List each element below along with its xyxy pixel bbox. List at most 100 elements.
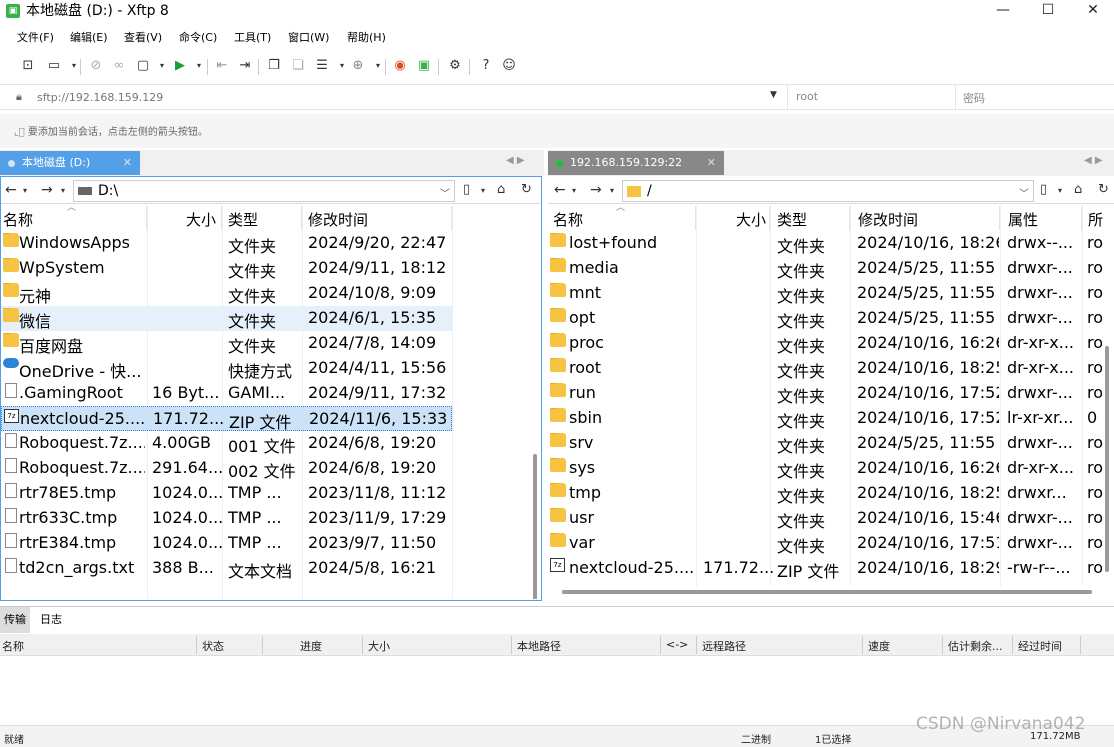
local-file-row[interactable]: 微信 文件夹 2024/6/1, 15:35 [1, 306, 452, 331]
globe-icon[interactable]: ⊕ [348, 56, 368, 76]
menu-command[interactable]: 命令(C) [179, 29, 217, 45]
remote-file-row[interactable]: lost+found 文件夹 2024/10/16, 18:26 drwx--... r… [548, 231, 1114, 256]
local-file-row[interactable]: rtr633C.tmp 1024.0... TMP ... 2023/11/9, 17… [1, 506, 452, 531]
col-transfer-size[interactable]: 大小 [368, 638, 390, 654]
local-file-row[interactable]: 7z nextcloud-25.... 171.72... ZIP 文件 2024/11… [1, 406, 452, 432]
open-dropdown-icon[interactable]: ▾ [64, 56, 84, 76]
menu-edit[interactable]: 编辑(E) [70, 29, 108, 45]
local-file-row[interactable]: rtr78E5.tmp 1024.0... TMP ... 2023/11/8, 11… [1, 481, 452, 506]
col-transfer-status[interactable]: 状态 [202, 638, 224, 654]
local-file-list[interactable]: 名称 ︿ 大小 类型 修改时间 WindowsApps 文件夹 2024/9/20, … [1, 206, 541, 599]
open-folder-icon[interactable]: ▭ [44, 56, 64, 76]
remote-file-row[interactable]: sbin 文件夹 2024/10/16, 17:52 lr-xr-xr... 0 [548, 406, 1114, 431]
copy-icon[interactable]: ❐ [264, 56, 284, 76]
bookmark-dropdown-icon[interactable]: ▾ [1058, 186, 1062, 195]
up-folder-icon[interactable]: ⌂ [497, 182, 505, 197]
local-file-row[interactable]: 元神 文件夹 2024/10/8, 9:09 [1, 281, 452, 306]
col-direction[interactable]: <-> [666, 638, 688, 651]
col-type-header[interactable]: 类型 [222, 206, 302, 230]
remote-h-scrollbar[interactable] [562, 590, 1092, 594]
new-session-icon[interactable]: ⊡ [18, 56, 38, 76]
remote-file-row[interactable]: mnt 文件夹 2024/5/25, 11:55 drwxr-... ro [548, 281, 1114, 306]
remote-file-row[interactable]: var 文件夹 2024/10/16, 17:51 drwxr-... ro [548, 531, 1114, 556]
transfer-mode[interactable]: 二进制 [741, 731, 771, 746]
terminal-dropdown-icon[interactable]: ▾ [189, 56, 209, 76]
col-eta[interactable]: 估计剩余... [948, 638, 1003, 654]
menu-window[interactable]: 窗口(W) [288, 29, 329, 45]
col-size-header[interactable]: 大小 [696, 206, 770, 230]
tab-log[interactable]: 日志 [36, 607, 66, 633]
forward-dropdown-icon[interactable]: ▾ [61, 186, 65, 195]
bookmark-dropdown-icon[interactable]: ▾ [481, 186, 485, 195]
new-window-icon[interactable]: ▢ [133, 56, 153, 76]
col-local-path[interactable]: 本地路径 [517, 638, 561, 654]
back-icon[interactable]: ← [5, 182, 17, 198]
path-dropdown-icon[interactable]: ﹀ [1019, 185, 1029, 200]
remote-file-row[interactable]: srv 文件夹 2024/5/25, 11:55 drwxr-... ro [548, 431, 1114, 456]
local-file-row[interactable]: rtrE384.tmp 1024.0... TMP ... 2023/9/7, 11:… [1, 531, 452, 556]
local-file-row[interactable]: WindowsApps 文件夹 2024/9/20, 22:47 [1, 231, 452, 256]
tab-scroll-icon[interactable]: ◀ ▶ [506, 155, 525, 166]
bookmark-icon[interactable]: ▯ [463, 182, 470, 197]
close-button[interactable]: ✕ [1070, 0, 1114, 22]
col-owner-header[interactable]: 所 [1082, 206, 1114, 230]
tab-transfer[interactable]: 传输 [0, 607, 30, 633]
col-mtime-header[interactable]: 修改时间 [302, 206, 452, 230]
remote-path-field[interactable]: / ﹀ [622, 180, 1034, 202]
minimize-button[interactable]: — [980, 0, 1026, 22]
remote-file-row[interactable]: root 文件夹 2024/10/16, 18:25 dr-xr-x... ro [548, 356, 1114, 381]
list-view-icon[interactable]: ☰ [312, 56, 332, 76]
local-file-row[interactable]: Roboquest.7z.... 291.64... 002 文件 2024/6/8,… [1, 456, 452, 481]
forward-icon[interactable]: → [41, 182, 53, 198]
col-type-header[interactable]: 类型 [770, 206, 850, 230]
back-dropdown-icon[interactable]: ▾ [572, 186, 576, 195]
col-transfer-progress[interactable]: 进度 [300, 638, 322, 654]
local-file-row[interactable]: 百度网盘 文件夹 2024/7/8, 14:09 [1, 331, 452, 356]
close-tab-icon[interactable]: ✕ [707, 151, 716, 175]
menu-tools[interactable]: 工具(T) [234, 29, 271, 45]
host-dropdown-icon[interactable]: ▼ [770, 90, 777, 100]
remote-file-row[interactable]: opt 文件夹 2024/5/25, 11:55 drwxr-... ro [548, 306, 1114, 331]
help-icon[interactable]: ? [476, 56, 496, 76]
remote-file-row[interactable]: 7z nextcloud-25.... 171.72... ZIP 文件 2024/10… [548, 556, 1114, 581]
tab-scroll-icon[interactable]: ◀ ▶ [1084, 155, 1103, 166]
local-file-row[interactable]: td2cn_args.txt 388 B... 文本文档 2024/5/8, 16:2… [1, 556, 452, 581]
path-dropdown-icon[interactable]: ﹀ [440, 185, 450, 200]
remote-file-row[interactable]: run 文件夹 2024/10/16, 17:52 drwxr-... ro [548, 381, 1114, 406]
local-file-row[interactable]: OneDrive - 快... 快捷方式 2024/4/11, 15:56 [1, 356, 452, 381]
forward-icon[interactable]: → [590, 182, 602, 198]
back-dropdown-icon[interactable]: ▾ [23, 186, 27, 195]
col-speed[interactable]: 速度 [868, 638, 890, 654]
local-file-row[interactable]: WpSystem 文件夹 2024/9/11, 18:12 [1, 256, 452, 281]
chat-icon[interactable]: ☺ [499, 56, 519, 76]
host-input[interactable]: sftp://192.168.159.129 [37, 91, 163, 104]
col-size-header[interactable]: 大小 [147, 206, 222, 230]
username-field[interactable]: root [787, 85, 955, 109]
col-name-header[interactable]: 名称 ︿ [1, 206, 147, 230]
password-field[interactable]: 密码 [955, 85, 1114, 109]
window-dropdown-icon[interactable]: ▾ [152, 56, 172, 76]
menu-help[interactable]: 帮助(H) [347, 29, 386, 45]
xftp-icon[interactable]: ▣ [414, 56, 434, 76]
up-folder-icon[interactable]: ⌂ [1074, 182, 1082, 197]
local-scrollbar[interactable] [533, 454, 537, 599]
remote-file-row[interactable]: sys 文件夹 2024/10/16, 16:26 dr-xr-x... ro [548, 456, 1114, 481]
col-attr-header[interactable]: 属性 [1000, 206, 1082, 230]
remote-file-list[interactable]: 名称 ︿ 大小 类型 修改时间 属性 所 lost+found 文件夹 2024/10… [548, 206, 1114, 599]
forward-dropdown-icon[interactable]: ▾ [610, 186, 614, 195]
bookmark-icon[interactable]: ▯ [1040, 182, 1047, 197]
remote-file-row[interactable]: tmp 文件夹 2024/10/16, 18:25 drwxr... ro [548, 481, 1114, 506]
close-tab-icon[interactable]: ✕ [123, 151, 132, 175]
col-name-header[interactable]: 名称 ︿ [548, 206, 696, 230]
remote-file-row[interactable]: media 文件夹 2024/5/25, 11:55 drwxr-... ro [548, 256, 1114, 281]
col-mtime-header[interactable]: 修改时间 [850, 206, 1000, 230]
menu-file[interactable]: 文件(F) [17, 29, 54, 45]
tab-local-disk[interactable]: 本地磁盘 (D:) ✕ [0, 151, 140, 175]
tab-remote-session[interactable]: 192.168.159.129:22 ✕ [548, 151, 724, 175]
xshell-icon[interactable]: ◉ [390, 56, 410, 76]
maximize-button[interactable]: ☐ [1025, 0, 1071, 22]
terminal-icon[interactable]: ▶ [170, 56, 190, 76]
back-icon[interactable]: ← [554, 182, 566, 198]
reconnect-icon[interactable]: ∞ [109, 56, 129, 76]
upload-icon[interactable]: ⇤ [212, 56, 232, 76]
